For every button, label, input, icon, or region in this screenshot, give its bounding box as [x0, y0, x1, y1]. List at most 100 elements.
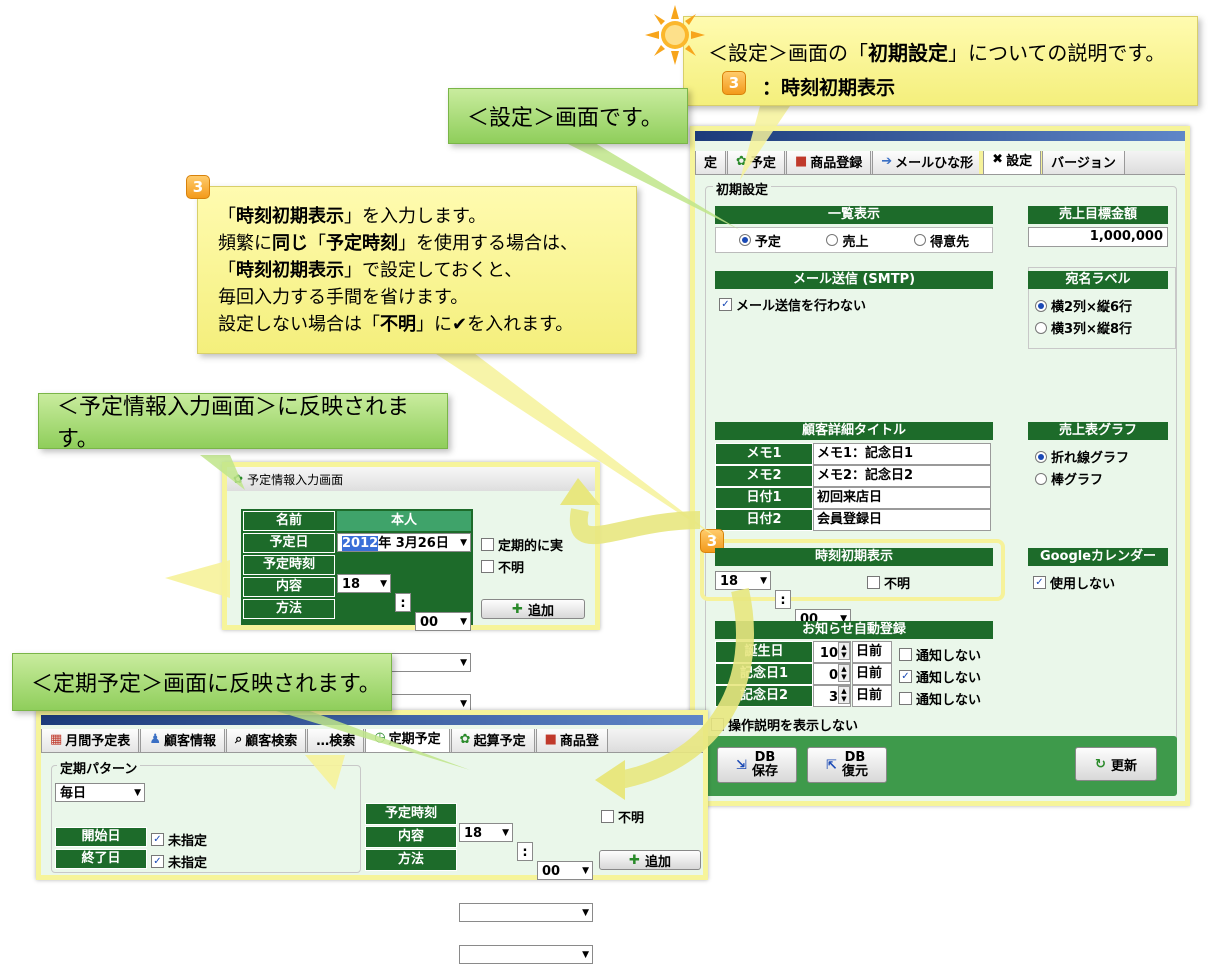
regular-schedule-text: ＜定期予定＞画面に反映されます。: [31, 672, 381, 697]
regular-content-label: 内容: [365, 826, 457, 848]
time-default-unknown-checkbox[interactable]: 不明: [867, 573, 910, 592]
date-picker[interactable]: 2012年 3月26日 ▼: [337, 533, 471, 552]
regular-minute-select[interactable]: 00 ▼: [537, 861, 593, 880]
memo2-input[interactable]: メモ2：記念日2: [813, 465, 991, 487]
schedule-input-text: ＜予定情報入力画面＞に反映されます。: [57, 395, 410, 452]
time-default-hour-select[interactable]: 18 ▼: [715, 571, 771, 590]
regular-hour-select[interactable]: 18 ▼: [459, 823, 513, 842]
calendar-icon: ▦: [50, 732, 63, 747]
date2-input[interactable]: 会員登録日: [813, 509, 991, 531]
tab-customer-info[interactable]: ♟ 顧客情報: [140, 729, 225, 752]
memo1-input[interactable]: メモ1：記念日1: [813, 443, 991, 465]
schedule-input-callout: ＜予定情報入力画面＞に反映されます。: [38, 393, 448, 452]
radio-2x6[interactable]: 横2列×縦6行: [1035, 296, 1132, 315]
radio-3x8[interactable]: 横3列×縦8行: [1035, 318, 1132, 337]
memo1-label: メモ1: [715, 443, 813, 465]
window-titlebar: [695, 131, 1185, 141]
add-button[interactable]: ✚ 追加: [481, 599, 585, 619]
title-suffix: 」についての説明です。: [948, 41, 1166, 65]
instruction-callout: 3 「時刻初期表示」を入力します。 頻繁に同じ「予定時刻」を使用する場合は、 「…: [186, 175, 637, 354]
step-badge: 3: [722, 71, 746, 95]
people-icon: ♟: [149, 732, 161, 747]
auto-notice-header: お知らせ自動登録: [715, 621, 993, 639]
settings-window: 定 ✿ 予定 ■ 商品登録 ➔ メールひな形 ✖ 設定 バージョン 初期設定 一覧表示 …: [690, 126, 1190, 806]
memo2-label: メモ2: [715, 465, 813, 487]
db-restore-button[interactable]: ⇱ DB 復元: [807, 747, 887, 783]
tab-mail-template[interactable]: ➔ メールひな形: [872, 151, 983, 174]
title-prefix: ＜設定＞画面の「: [708, 41, 868, 65]
google-header: Googleカレンダー: [1028, 548, 1168, 566]
pattern-select[interactable]: 毎日 ▼: [55, 783, 145, 802]
mail-disable-checkbox[interactable]: ✓ メール送信を行わない: [719, 295, 866, 314]
tab-base-schedule[interactable]: ✿ 起算予定: [450, 729, 535, 752]
anniv1-label: 記念日1: [715, 663, 813, 685]
content-label: 内容: [243, 577, 335, 597]
regular-time-label: 予定時刻: [365, 803, 457, 825]
list-display-options: 予定 売上 得意先: [715, 227, 993, 253]
method-label: 方法: [243, 599, 335, 619]
anniv2-unit: 日前: [852, 685, 892, 707]
db-save-button[interactable]: ⇲ DB 保存: [717, 747, 797, 783]
radio-bar-graph[interactable]: 棒グラフ: [1035, 469, 1103, 488]
regular-time-colon: :: [517, 842, 533, 861]
radio-line-graph[interactable]: 折れ線グラフ: [1035, 447, 1129, 466]
sales-target-input[interactable]: 1,000,000: [1028, 227, 1168, 247]
end-unspecified-checkbox[interactable]: ✓ 未指定: [151, 852, 207, 871]
regular-content-select[interactable]: ▼: [459, 903, 593, 922]
tab-monthly[interactable]: ▦ 月間予定表: [41, 729, 140, 752]
db-restore-icon: ⇱: [826, 757, 837, 773]
list-display-header: 一覧表示: [715, 206, 993, 224]
birthday-days[interactable]: 10 ▲ ▼: [813, 641, 851, 663]
title-callout: ＜設定＞画面の「初期設定」についての説明です。 3 ：時刻初期表示: [683, 16, 1198, 106]
anniv2-label: 記念日2: [715, 685, 813, 707]
radio-customer[interactable]: 得意先: [914, 231, 969, 250]
time-unknown-checkbox[interactable]: 不明: [481, 557, 524, 576]
sales-target-header: 売上目標金額: [1028, 206, 1168, 224]
tab-search-partial[interactable]: …検索: [307, 729, 365, 752]
regular-method-select[interactable]: ▼: [459, 945, 593, 964]
end-date-label: 終了日: [55, 849, 147, 869]
title-bold: 初期設定: [868, 41, 948, 65]
settings-tabbar: 定 ✿ 予定 ■ 商品登録 ➔ メールひな形 ✖ 設定 バージョン: [695, 151, 1185, 175]
tab-schedule[interactable]: ✿ 予定: [727, 151, 785, 174]
address-label-header: 宛名ラベル: [1028, 271, 1168, 289]
anniv2-notify-checkbox[interactable]: 通知しない: [899, 689, 981, 708]
instruction-line3: 「時刻初期表示」で設定しておくと、: [218, 260, 523, 281]
tab-product[interactable]: ■ 商品登録: [785, 151, 872, 174]
anniv1-notify-checkbox[interactable]: ✓ 通知しない: [899, 667, 981, 686]
update-button[interactable]: ↻ 更新: [1075, 747, 1157, 781]
radio-schedule[interactable]: 予定: [738, 231, 781, 250]
date1-label: 日付1: [715, 487, 813, 509]
regular-checkbox[interactable]: 定期的に実: [481, 535, 563, 554]
tab-product-partial[interactable]: ■ 商品登: [535, 729, 608, 752]
plus-icon: ✚: [512, 601, 523, 617]
hide-help-checkbox[interactable]: 操作説明を表示しない: [711, 715, 858, 734]
anniv1-unit: 日前: [852, 663, 892, 685]
tab-version[interactable]: バージョン: [1042, 151, 1125, 174]
title-line1: ＜設定＞画面の「初期設定」についての説明です。: [708, 37, 1165, 66]
radio-sales[interactable]: 売上: [826, 231, 868, 250]
start-unspecified-checkbox[interactable]: ✓ 未指定: [151, 830, 207, 849]
minute-select[interactable]: 00 ▼: [415, 612, 471, 631]
tab-partial[interactable]: 定: [695, 151, 727, 174]
initial-settings-title: 初期設定: [713, 179, 772, 198]
name-value[interactable]: 本人: [337, 511, 471, 531]
hour-select[interactable]: 18 ▼: [337, 574, 391, 593]
regular-add-button[interactable]: ✚ 追加: [599, 850, 701, 870]
sales-graph-header: 売上表グラフ: [1028, 422, 1168, 440]
tab-regular[interactable]: ◷ 定期予定: [365, 729, 450, 752]
birthday-notify-checkbox[interactable]: 通知しない: [899, 645, 981, 664]
google-disable-checkbox[interactable]: ✓ 使用しない: [1033, 573, 1115, 592]
anniv2-days[interactable]: 3 ▲ ▼: [813, 685, 851, 707]
regular-schedule-callout: ＜定期予定＞画面に反映されます。: [12, 653, 392, 711]
date-label: 予定日: [243, 533, 335, 553]
date1-input[interactable]: 初回来店日: [813, 487, 991, 509]
regular-unknown-checkbox[interactable]: 不明: [601, 807, 644, 826]
tab-customer-search[interactable]: ⌕ 顧客検索: [225, 729, 307, 752]
gift-icon: ■: [544, 732, 557, 747]
customer-detail-header: 顧客詳細タイトル: [715, 422, 993, 440]
mail-icon: ➔: [881, 154, 893, 169]
tab-settings[interactable]: ✖ 設定: [979, 151, 1046, 174]
anniv1-days[interactable]: 0 ▲ ▼: [813, 663, 851, 685]
instruction-line2: 頻繁に同じ「予定時刻」を使用する場合は、: [218, 233, 578, 254]
